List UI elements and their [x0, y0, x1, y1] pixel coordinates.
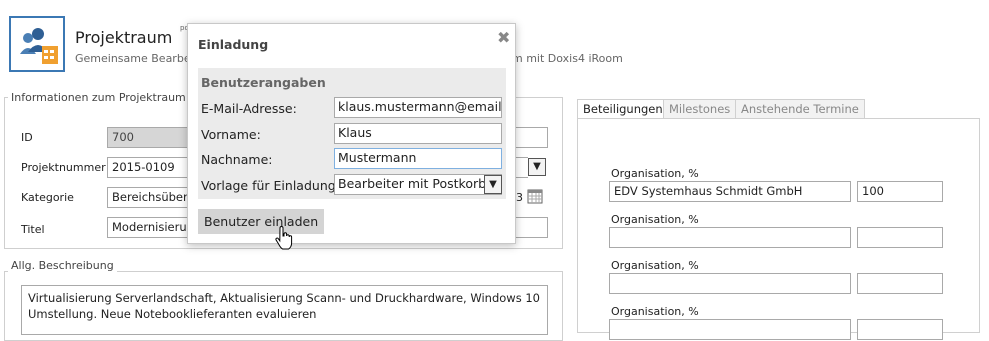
- date-suffix: 3: [516, 191, 523, 204]
- field-right-2[interactable]: [515, 157, 528, 178]
- field-label-projektnummer: Projektnummer: [21, 161, 106, 174]
- chevron-down-icon[interactable]: ▼: [484, 175, 502, 194]
- field-right-4[interactable]: [515, 217, 548, 238]
- info-legend: Informationen zum Projektraum: [8, 91, 189, 104]
- participation-label: Organisation, %: [611, 305, 699, 318]
- calendar-icon[interactable]: [527, 188, 543, 204]
- field-label-titel: Titel: [21, 223, 45, 236]
- lastname-label: Nachname:: [201, 152, 273, 167]
- participation-organisation[interactable]: EDV Systemhaus Schmidt GmbH: [609, 181, 851, 202]
- description-legend: Allg. Beschreibung: [8, 259, 117, 272]
- invite-user-button[interactable]: Benutzer einladen: [198, 209, 325, 234]
- description-line-1: Virtualisierung Serverlandschaft, Aktual…: [28, 291, 540, 305]
- chevron-down-icon[interactable]: ▼: [528, 158, 546, 176]
- firstname-field[interactable]: Klaus: [334, 123, 502, 144]
- field-id: 700: [107, 127, 189, 148]
- tab-anstehende-termine[interactable]: Anstehende Termine: [735, 99, 865, 119]
- field-titel[interactable]: Modernisierun: [107, 217, 189, 238]
- template-label: Vorlage für Einladung:: [201, 178, 340, 193]
- field-projektnummer[interactable]: 2015-0109: [107, 157, 189, 178]
- participation-organisation[interactable]: [609, 227, 851, 248]
- field-label-id: ID: [21, 131, 33, 144]
- page-subtitle-end: m mit Doxis4 iRoom: [512, 52, 623, 65]
- lastname-field[interactable]: Mustermann: [334, 148, 502, 169]
- tab-milestones[interactable]: Milestones: [663, 99, 737, 119]
- user-details-section: Benutzerangaben E-Mail-Adresse: klaus.mu…: [198, 68, 506, 199]
- participation-organisation[interactable]: [609, 273, 851, 294]
- participation-percent[interactable]: 100: [857, 181, 943, 202]
- page-subtitle: Gemeinsame Bearbe: [75, 52, 191, 65]
- participation-label: Organisation, %: [611, 167, 699, 180]
- participation-percent[interactable]: [857, 319, 943, 340]
- project-room-icon: [9, 16, 65, 72]
- firstname-label: Vorname:: [201, 127, 261, 142]
- hand-cursor-icon: [275, 225, 293, 250]
- field-right-1[interactable]: [515, 127, 548, 148]
- email-label: E-Mail-Adresse:: [201, 101, 297, 116]
- field-kategorie[interactable]: Bereichsüberg: [107, 187, 189, 208]
- dialog-title: Einladung: [198, 37, 269, 52]
- participation-percent[interactable]: [857, 227, 943, 248]
- email-field[interactable]: klaus.mustermann@email.de: [334, 97, 502, 118]
- description-line-2: Umstellung. Neue Notebooklieferanten eva…: [28, 307, 317, 321]
- field-label-kategorie: Kategorie: [21, 191, 74, 204]
- section-title: Benutzerangaben: [201, 75, 326, 90]
- invitation-dialog: Einladung ✖ Benutzerangaben E-Mail-Adres…: [187, 23, 516, 244]
- close-icon[interactable]: ✖: [497, 28, 510, 47]
- participation-label: Organisation, %: [611, 259, 699, 272]
- tab-beteiligungen[interactable]: Beteiligungen: [577, 99, 669, 119]
- page-title: Projektraum: [75, 28, 173, 47]
- participation-label: Organisation, %: [611, 213, 699, 226]
- participation-percent[interactable]: [857, 273, 943, 294]
- participation-organisation[interactable]: [609, 319, 851, 340]
- template-select[interactable]: Bearbeiter mit Postkorb: [334, 174, 502, 195]
- template-select-value: Bearbeiter mit Postkorb: [338, 176, 487, 191]
